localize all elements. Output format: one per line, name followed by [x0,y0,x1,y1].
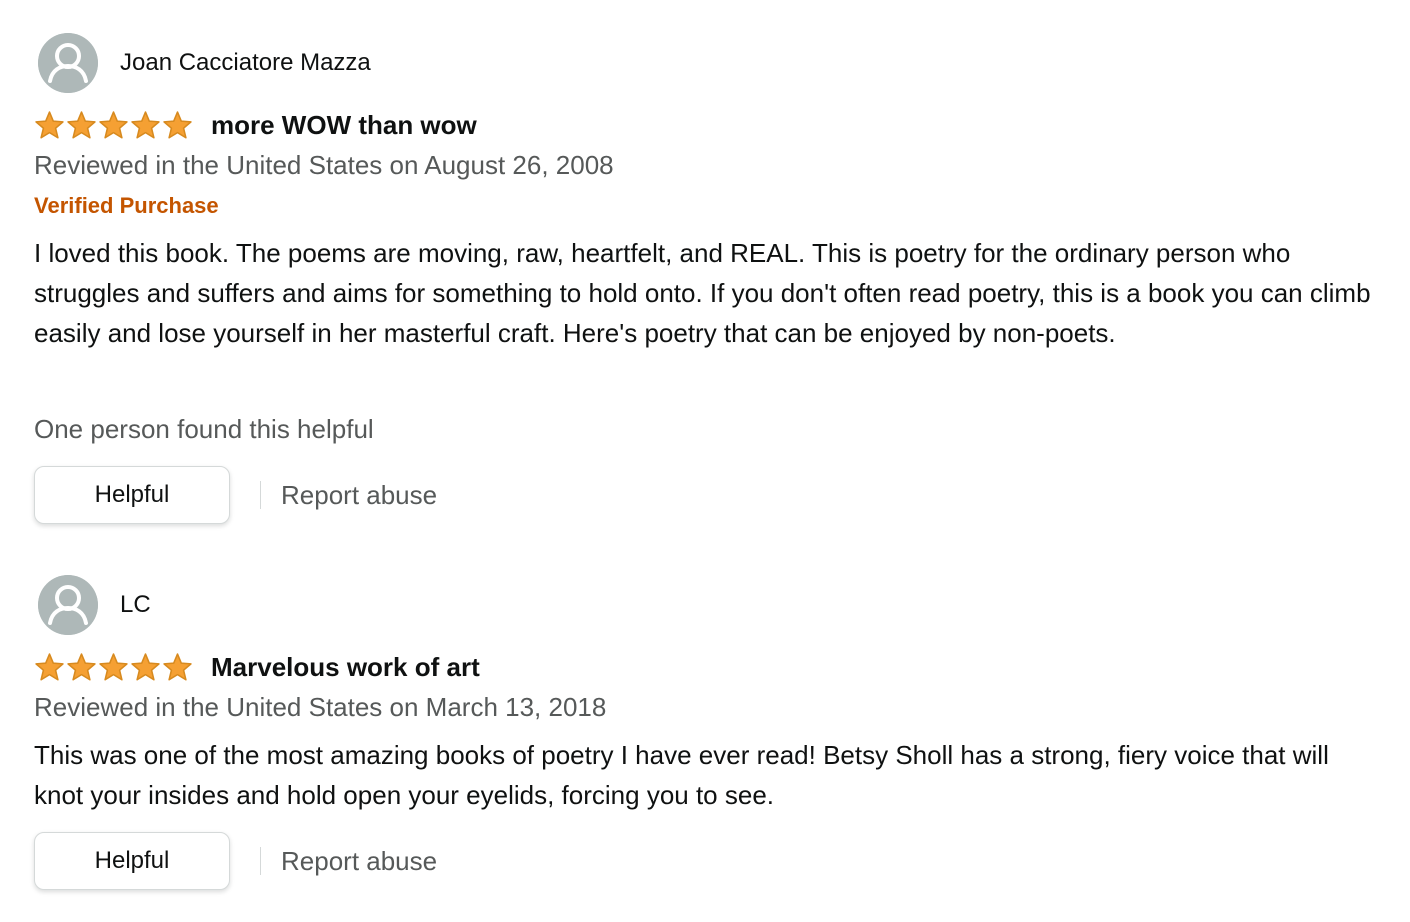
star-filled-icon [131,652,160,681]
reviewer-profile[interactable]: Joan Cacciatore Mazza [38,33,371,93]
helpful-button[interactable]: Helpful [34,832,230,890]
review-body: I loved this book. The poems are moving,… [34,238,1371,348]
star-filled-icon [99,652,128,681]
star-rating[interactable] [34,652,193,683]
reviewer-name[interactable]: LC [120,591,151,619]
default-user-avatar-icon [38,575,98,635]
star-filled-icon [35,652,64,681]
helpful-button[interactable]: Helpful [34,466,230,524]
helpful-count: One person found this helpful [34,414,374,444]
star-filled-icon [163,110,192,139]
review-date: Reviewed in the United States on August … [34,150,614,180]
star-filled-icon [163,652,192,681]
reviewer-profile[interactable]: LC [38,575,151,635]
star-filled-icon [67,110,96,139]
review-title[interactable]: more WOW than wow [211,110,477,141]
star-filled-icon [67,652,96,681]
star-filled-icon [131,110,160,139]
reviewer-name[interactable]: Joan Cacciatore Mazza [120,49,371,77]
review-actions: Helpful Report abuse [34,464,437,526]
star-filled-icon [99,110,128,139]
star-rating[interactable] [34,110,193,141]
report-abuse-link[interactable]: Report abuse [281,846,437,877]
divider [260,481,261,509]
verified-purchase-badge: Verified Purchase [34,193,219,218]
review-date: Reviewed in the United States on March 1… [34,692,607,722]
report-abuse-link[interactable]: Report abuse [281,480,437,511]
review-title[interactable]: Marvelous work of art [211,652,480,683]
review-actions: Helpful Report abuse [34,830,437,892]
star-filled-icon [35,110,64,139]
default-user-avatar-icon [38,33,98,93]
divider [260,847,261,875]
review-body: This was one of the most amazing books o… [34,740,1329,810]
